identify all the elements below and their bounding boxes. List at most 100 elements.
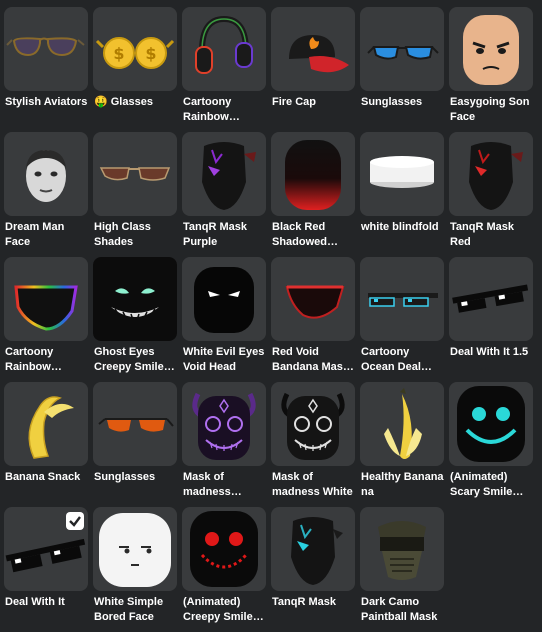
item-thumbnail[interactable]	[182, 257, 266, 341]
item-label: White Evil Eyes Void Head	[183, 346, 265, 373]
item-card[interactable]: Sunglasses	[93, 382, 177, 507]
item-label: Deal With It 1.5	[450, 346, 529, 358]
item-label: White Simple Bored Face	[94, 596, 164, 623]
brown-shades-icon	[99, 167, 171, 181]
item-thumbnail[interactable]	[4, 132, 88, 216]
item-thumbnail[interactable]	[449, 132, 533, 216]
orange-sunglasses-icon	[98, 418, 174, 432]
madness-mask-purple-icon	[192, 392, 256, 460]
rainbow-headphones-icon	[195, 15, 253, 74]
item-card[interactable]: Healthy Banana na	[360, 382, 444, 507]
cartoon-face-icon	[463, 15, 519, 85]
svg-text:$: $	[113, 44, 124, 63]
item-thumbnail[interactable]	[4, 382, 88, 466]
item-thumbnail[interactable]	[4, 257, 88, 341]
item-card[interactable]: White Simple Bored Face	[93, 507, 177, 632]
item-label: Mask of madness Purple	[183, 471, 231, 498]
black-red-head-icon	[285, 140, 341, 210]
item-thumbnail[interactable]	[271, 132, 355, 216]
item-thumbnail[interactable]	[4, 7, 88, 91]
item-thumbnail[interactable]	[360, 132, 444, 216]
item-card[interactable]: (Animated) Scary Smile…	[449, 382, 533, 507]
item-card[interactable]: High Class Shades	[93, 132, 177, 257]
item-thumbnail[interactable]	[360, 382, 444, 466]
item-card[interactable]: TanqR Mask Red	[449, 132, 533, 257]
item-label: Mask of madness White	[272, 471, 353, 498]
item-thumbnail[interactable]	[182, 382, 266, 466]
item-card[interactable]: Black Red Shadowed Hea…	[271, 132, 355, 257]
item-card[interactable]: Stylish Aviators	[4, 7, 88, 132]
item-thumbnail[interactable]	[360, 507, 444, 591]
item-label: Cartoony Ocean Deal With It…	[361, 346, 421, 373]
aviator-sunglasses-icon	[6, 37, 85, 57]
item-label: Sunglasses	[94, 471, 156, 483]
purple-mask-icon	[202, 142, 256, 210]
item-card[interactable]: (Animated) Creepy Smile…	[182, 507, 266, 632]
item-card[interactable]: Mask of madness White	[271, 382, 355, 507]
item-label: TanqR Mask Red	[450, 221, 514, 248]
item-card[interactable]: Sunglasses	[360, 7, 444, 132]
item-card[interactable]: Deal With It 1.5	[449, 257, 533, 382]
item-card[interactable]: Cartoony Ocean Deal With It…	[360, 257, 444, 382]
item-card[interactable]: White Evil Eyes Void Head	[182, 257, 266, 382]
item-label: Red Void Bandana Mask …	[272, 346, 350, 373]
item-label: (Animated) Scary Smile…	[450, 471, 524, 498]
item-thumbnail[interactable]	[271, 382, 355, 466]
item-card[interactable]: white blindfold	[360, 132, 444, 257]
item-thumbnail[interactable]	[182, 507, 266, 591]
banana-icon	[28, 396, 74, 459]
item-thumbnail[interactable]	[182, 132, 266, 216]
item-thumbnail[interactable]	[4, 507, 88, 591]
item-label: Cartoony Rainbow…	[183, 96, 240, 123]
item-thumbnail[interactable]	[271, 507, 355, 591]
item-label: (Animated) Creepy Smile…	[183, 596, 264, 623]
scary-smile-cyan-icon	[457, 386, 525, 462]
pixel-glasses-icon	[452, 284, 529, 313]
item-thumbnail[interactable]	[93, 507, 177, 591]
item-thumbnail[interactable]	[271, 7, 355, 91]
item-label: TanqR Mask	[272, 596, 336, 608]
item-card[interactable]: Dream Man Face	[4, 132, 88, 257]
item-card[interactable]: Easygoing Son Face	[449, 7, 533, 132]
item-card[interactable]: TanqR Mask Purple	[182, 132, 266, 257]
item-thumbnail[interactable]	[360, 257, 444, 341]
bored-face-icon	[99, 513, 171, 587]
item-card[interactable]: Cartoony Rainbow Ninja…	[4, 257, 88, 382]
rainbow-ninja-mask-icon	[14, 285, 78, 331]
item-thumbnail[interactable]	[449, 7, 533, 91]
money-glasses-icon: $ $	[95, 37, 175, 69]
item-card[interactable]: Mask of madness Purple	[182, 382, 266, 507]
item-card[interactable]: $ $ 🤑 Glasses	[93, 7, 177, 132]
item-card[interactable]: Deal With It	[4, 507, 88, 632]
item-card[interactable]: Banana Snack	[4, 382, 88, 507]
item-label: High Class Shades	[94, 221, 151, 248]
item-thumbnail[interactable]	[449, 257, 533, 341]
item-grid: Stylish Aviators $ $ 🤑 Glasses Cartoony …	[4, 7, 533, 632]
item-thumbnail[interactable]	[182, 7, 266, 91]
item-card[interactable]: Fire Cap	[271, 7, 355, 132]
item-label: Fire Cap	[272, 96, 317, 108]
white-blindfold-icon	[370, 156, 434, 188]
item-thumbnail[interactable]	[93, 132, 177, 216]
item-card[interactable]: Cartoony Rainbow…	[182, 7, 266, 132]
item-card[interactable]: Dark Camo Paintball Mask	[360, 507, 444, 632]
item-card[interactable]: TanqR Mask	[271, 507, 355, 632]
item-thumbnail[interactable]	[449, 382, 533, 466]
item-label: Banana Snack	[5, 471, 81, 483]
creepy-smile-red-icon	[190, 511, 258, 587]
item-label: Easygoing Son Face	[450, 96, 530, 123]
item-thumbnail[interactable]	[271, 257, 355, 341]
item-thumbnail[interactable]	[360, 7, 444, 91]
item-thumbnail[interactable]	[93, 382, 177, 466]
madness-mask-white-icon	[281, 392, 345, 460]
item-label: Cartoony Rainbow Ninja…	[5, 346, 54, 373]
red-bandana-icon	[285, 285, 345, 319]
item-label: Sunglasses	[361, 96, 423, 108]
item-thumbnail[interactable]	[93, 257, 177, 341]
item-card[interactable]: Red Void Bandana Mask …	[271, 257, 355, 382]
svg-text:$: $	[145, 44, 156, 63]
item-label: white blindfold	[361, 221, 439, 233]
item-card[interactable]: Ghost Eyes Creepy Smile…	[93, 257, 177, 382]
fire-cap-icon	[289, 35, 349, 73]
item-thumbnail[interactable]: $ $	[93, 7, 177, 91]
